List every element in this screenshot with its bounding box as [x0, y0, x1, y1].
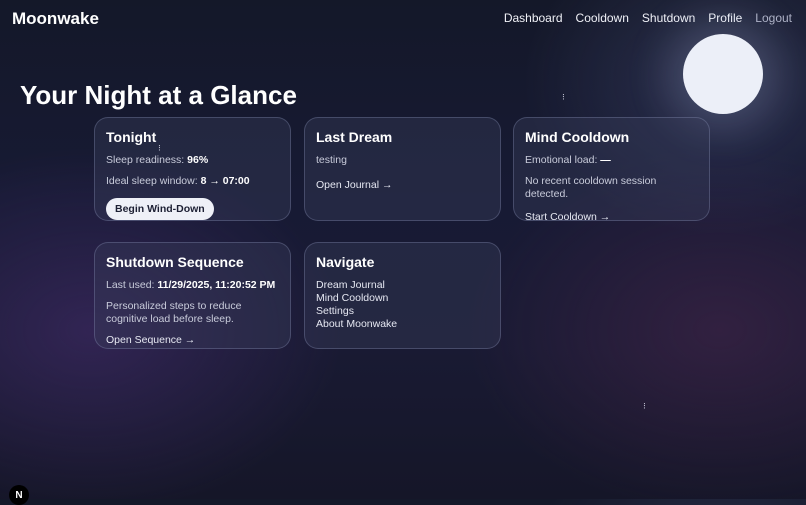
card-navigate: Navigate Dream Journal Mind Cooldown Set… [304, 242, 501, 349]
moon-decoration [683, 34, 763, 114]
brand-logo[interactable]: Moonwake [12, 9, 99, 29]
dev-tools-badge[interactable]: N [9, 485, 29, 505]
card-title: Last Dream [316, 129, 393, 145]
card-mind-cooldown: Mind Cooldown Emotional load: — No recen… [513, 117, 710, 223]
resize-cursor-icon: ⁝ [562, 92, 565, 102]
nav-link-settings[interactable]: Settings [316, 305, 489, 318]
last-dream-text: testing [316, 154, 347, 166]
start-cooldown-link[interactable]: Start Cooldown → [525, 211, 698, 223]
nav-link-about[interactable]: About Moonwake [316, 318, 489, 331]
open-journal-link[interactable]: Open Journal → [316, 179, 489, 191]
sleep-readiness: Sleep readiness: 96% [106, 154, 209, 166]
nav-logout[interactable]: Logout [755, 11, 792, 25]
resize-cursor-icon: ⁝ [643, 401, 646, 411]
navigate-list: Dream Journal Mind Cooldown Settings Abo… [316, 279, 489, 331]
open-sequence-link[interactable]: Open Sequence → [106, 334, 279, 346]
text-cursor-icon: ⁝ [158, 143, 161, 153]
card-shutdown-sequence: Shutdown Sequence Last used: 11/29/2025,… [94, 242, 291, 349]
cooldown-status-text: No recent cooldown session detected. [525, 175, 657, 200]
card-tonight: Tonight Sleep readiness: 96% Ideal sleep… [94, 117, 291, 221]
card-title: Mind Cooldown [525, 129, 630, 145]
sleep-readiness-value: 96% [187, 154, 209, 166]
top-nav: Dashboard Cooldown Shutdown Profile Logo… [504, 11, 792, 25]
shutdown-description: Personalized steps to reduce cognitive l… [106, 300, 242, 325]
nav-link-mind-cooldown[interactable]: Mind Cooldown [316, 292, 489, 305]
last-used-value: 11/29/2025, 11:20:52 PM [157, 279, 276, 291]
nav-dashboard[interactable]: Dashboard [504, 11, 563, 25]
last-used: Last used: 11/29/2025, 11:20:52 PM [106, 279, 276, 291]
nav-profile[interactable]: Profile [708, 11, 742, 25]
sleep-window-value: 8 → 07:00 [200, 175, 250, 187]
nav-link-dream-journal[interactable]: Dream Journal [316, 279, 489, 292]
emotional-load-value: — [600, 154, 611, 166]
nav-shutdown[interactable]: Shutdown [642, 11, 695, 25]
card-title: Shutdown Sequence [106, 254, 244, 270]
card-title: Tonight [106, 129, 157, 145]
sleep-window: Ideal sleep window: 8 → 07:00 [106, 175, 250, 187]
page-title: Your Night at a Glance [20, 80, 297, 110]
emotional-load: Emotional load: — [525, 154, 611, 166]
card-last-dream: Last Dream testing Open Journal → [304, 117, 501, 221]
card-title: Navigate [316, 254, 375, 270]
begin-wind-down-button[interactable]: Begin Wind-Down [106, 198, 214, 220]
nav-cooldown[interactable]: Cooldown [576, 11, 629, 25]
